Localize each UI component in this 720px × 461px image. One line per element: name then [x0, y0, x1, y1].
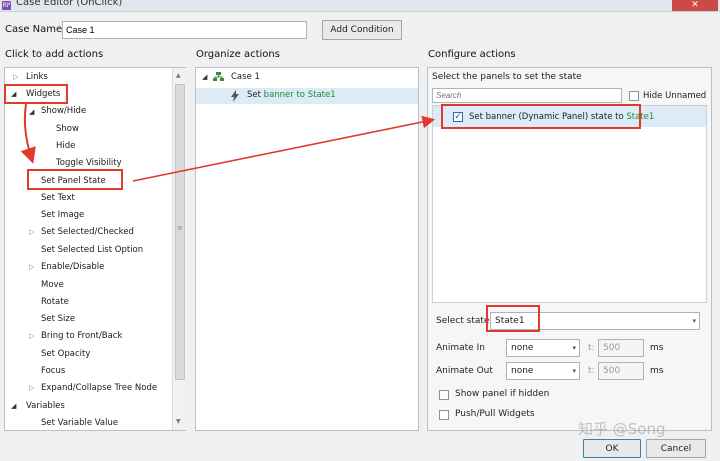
arrow-widgets-to-set-panel-state [20, 103, 36, 164]
ok-button[interactable]: OK [583, 439, 641, 458]
annotation-arrows [20, 103, 436, 182]
arrow-to-panel-item [132, 115, 436, 182]
cancel-button[interactable]: Cancel [646, 439, 706, 458]
watermark: 知乎 @Song [578, 420, 666, 438]
